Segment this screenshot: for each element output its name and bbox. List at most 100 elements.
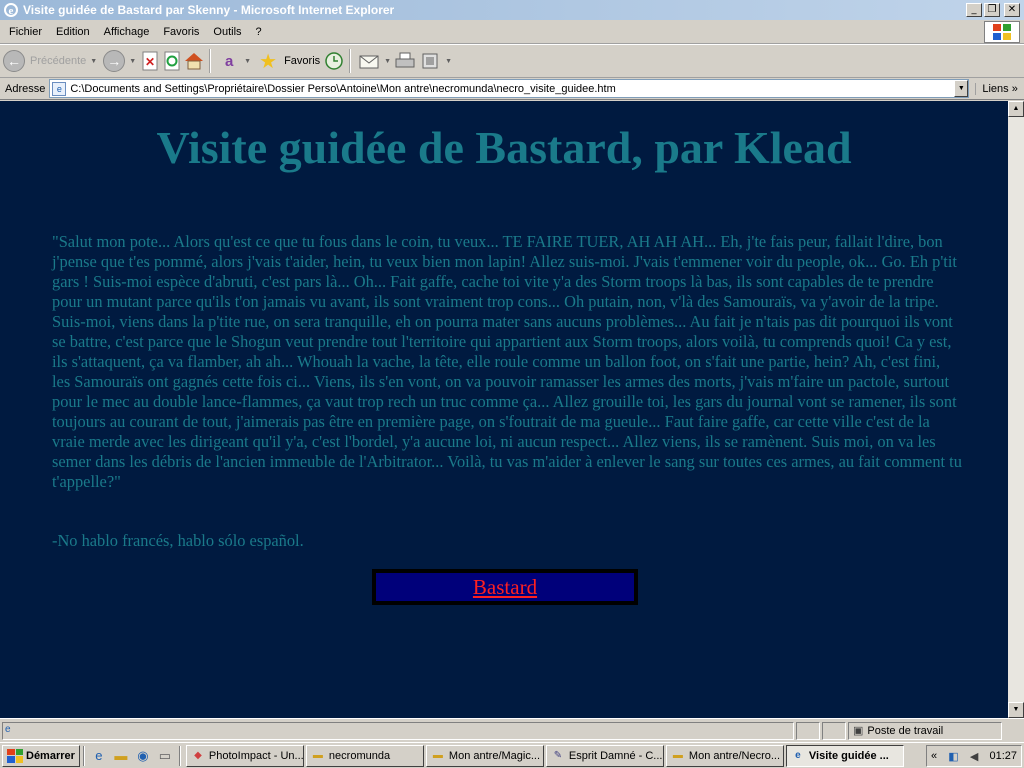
page-body-text: "Salut mon pote... Alors qu'est ce que t… bbox=[52, 232, 962, 491]
address-input[interactable]: e C:\Documents and Settings\Propriétaire… bbox=[49, 79, 970, 98]
window-title: Visite guidée de Bastard par Skenny - Mi… bbox=[23, 3, 395, 17]
quicklaunch-desktop-icon[interactable]: ▭ bbox=[155, 746, 175, 766]
quicklaunch-ie-icon[interactable]: e bbox=[89, 746, 109, 766]
back-arrow-icon: ← bbox=[3, 50, 25, 72]
menu-help[interactable]: ? bbox=[249, 26, 269, 38]
page-heading: Visite guidée de Bastard, par Klead bbox=[156, 122, 852, 173]
translate-dropdown-icon[interactable]: ▼ bbox=[244, 58, 251, 65]
minimize-button[interactable]: _ bbox=[966, 3, 982, 17]
task-mon-antre-necro[interactable]: ▬ Mon antre/Necro... bbox=[665, 744, 784, 767]
scroll-down-icon[interactable]: ▼ bbox=[1008, 702, 1024, 718]
network-icon[interactable]: ◧ bbox=[948, 750, 958, 763]
menu-fichier[interactable]: Fichier bbox=[0, 26, 49, 38]
task-visite-guidee[interactable]: e Visite guidée ... bbox=[785, 744, 904, 767]
mail-icon bbox=[358, 50, 380, 72]
edit-icon bbox=[419, 50, 441, 72]
system-tray: « ◧ ◀ 01:27 bbox=[926, 745, 1022, 767]
toolbar-separator bbox=[209, 49, 212, 73]
stop-icon[interactable]: ✕ bbox=[139, 50, 161, 72]
edit-dropdown-icon[interactable]: ▼ bbox=[445, 58, 452, 65]
forward-arrow-icon: → bbox=[103, 50, 126, 72]
edit-button[interactable]: ▼ bbox=[416, 47, 455, 75]
history-icon[interactable] bbox=[323, 50, 345, 72]
menu-affichage[interactable]: Affichage bbox=[97, 26, 157, 38]
menu-outils[interactable]: Outils bbox=[206, 26, 248, 38]
address-dropdown-icon[interactable]: ▼ bbox=[954, 80, 969, 97]
page-icon: e bbox=[52, 81, 67, 96]
forward-button[interactable]: → ▼ bbox=[100, 47, 139, 75]
forward-dropdown-icon[interactable]: ▼ bbox=[129, 58, 136, 65]
task-esprit-damne[interactable]: ✎ Esprit Damné - C... bbox=[545, 744, 664, 767]
folder-icon: ▬ bbox=[672, 750, 683, 761]
favorites-button[interactable]: ★ Favoris bbox=[254, 47, 323, 75]
ie-task-icon: e bbox=[795, 750, 801, 761]
refresh-icon[interactable] bbox=[161, 50, 183, 72]
security-zone: ▣ Poste de travail bbox=[848, 721, 1002, 740]
menu-favoris[interactable]: Favoris bbox=[156, 26, 206, 38]
scroll-up-icon[interactable]: ▲ bbox=[1008, 101, 1024, 117]
svg-text:e: e bbox=[9, 5, 14, 17]
translate-button[interactable]: a ▼ bbox=[215, 47, 254, 75]
task-label: Esprit Damné - C... bbox=[568, 749, 663, 762]
volume-icon[interactable]: ◀ bbox=[970, 750, 978, 763]
status-cell bbox=[796, 721, 820, 740]
task-necromunda[interactable]: ▬ necromunda bbox=[305, 744, 424, 767]
toolbar: ← Précédente ▼ → ▼ ✕ a ▼ ★ Favoris ▼ ▼ bbox=[0, 44, 1024, 78]
address-label: Adresse bbox=[5, 82, 46, 95]
menu-edition[interactable]: Edition bbox=[49, 26, 97, 38]
quicklaunch-folder-icon[interactable]: ▬ bbox=[111, 746, 131, 766]
title-bar: e Visite guidée de Bastard par Skenny - … bbox=[0, 0, 1024, 20]
back-label: Précédente bbox=[30, 55, 87, 67]
status-bar: e ▣ Poste de travail bbox=[0, 718, 1024, 742]
restore-button[interactable]: ❐ bbox=[984, 3, 1000, 17]
task-label: Visite guidée ... bbox=[808, 749, 889, 762]
ie-icon: e bbox=[4, 3, 18, 17]
tray-expand-icon[interactable]: « bbox=[931, 750, 937, 762]
print-icon[interactable] bbox=[394, 50, 416, 72]
editor-icon: ✎ bbox=[553, 750, 563, 761]
computer-icon: ▣ bbox=[853, 725, 864, 737]
bastard-link-box: Bastard bbox=[372, 569, 638, 605]
bastard-link[interactable]: Bastard bbox=[473, 575, 537, 600]
start-button[interactable]: Démarrer bbox=[2, 744, 80, 767]
back-button[interactable]: ← Précédente ▼ bbox=[0, 47, 100, 75]
task-label: Mon antre/Magic... bbox=[448, 749, 541, 762]
status-main: e bbox=[2, 721, 794, 740]
translate-icon: a bbox=[224, 52, 234, 70]
start-label: Démarrer bbox=[26, 749, 75, 762]
task-photoimpact[interactable]: ◆ PhotoImpact - Un... bbox=[185, 744, 304, 767]
windows-flag-icon bbox=[7, 748, 23, 763]
star-icon: ★ bbox=[259, 50, 278, 73]
svg-text:✕: ✕ bbox=[145, 55, 155, 69]
quicklaunch-separator bbox=[82, 745, 85, 766]
task-label: PhotoImpact - Un... bbox=[208, 749, 304, 762]
task-label: necromunda bbox=[328, 749, 391, 762]
menu-bar: Fichier Edition Affichage Favoris Outils… bbox=[0, 20, 1024, 44]
page-content: Visite guidée de Bastard, par Klead "Sal… bbox=[0, 101, 1008, 718]
vertical-scrollbar[interactable]: ▲ ▼ bbox=[1008, 101, 1024, 718]
photoimpact-icon: ◆ bbox=[194, 750, 202, 761]
zone-label: Poste de travail bbox=[867, 724, 944, 737]
task-label: Mon antre/Necro... bbox=[688, 749, 781, 762]
page-reply-text: -No hablo francés, hablo sólo español. bbox=[52, 531, 304, 550]
clock[interactable]: 01:27 bbox=[989, 750, 1017, 762]
home-icon[interactable] bbox=[183, 50, 205, 72]
close-button[interactable]: ✕ bbox=[1004, 3, 1020, 17]
address-url[interactable]: C:\Documents and Settings\Propriétaire\D… bbox=[70, 83, 954, 95]
page-status-icon: e bbox=[5, 723, 11, 735]
status-cell bbox=[822, 721, 846, 740]
folder-icon: ▬ bbox=[312, 750, 323, 761]
toolbar-separator bbox=[349, 49, 352, 73]
windows-logo-icon bbox=[984, 21, 1020, 43]
quicklaunch-separator bbox=[178, 745, 181, 766]
mail-dropdown-icon[interactable]: ▼ bbox=[384, 58, 391, 65]
address-bar: Adresse e C:\Documents and Settings\Prop… bbox=[0, 78, 1024, 100]
folder-icon: ▬ bbox=[432, 750, 443, 761]
back-dropdown-icon[interactable]: ▼ bbox=[90, 58, 97, 65]
links-label[interactable]: Liens » bbox=[975, 82, 1018, 95]
mail-button[interactable]: ▼ bbox=[355, 47, 394, 75]
quicklaunch-browser-icon[interactable]: ◉ bbox=[133, 746, 153, 766]
favorites-label: Favoris bbox=[284, 55, 321, 67]
taskbar: Démarrer e ▬ ◉ ▭ ◆ PhotoImpact - Un... ▬… bbox=[0, 742, 1024, 768]
task-mon-antre-magic[interactable]: ▬ Mon antre/Magic... bbox=[425, 744, 544, 767]
